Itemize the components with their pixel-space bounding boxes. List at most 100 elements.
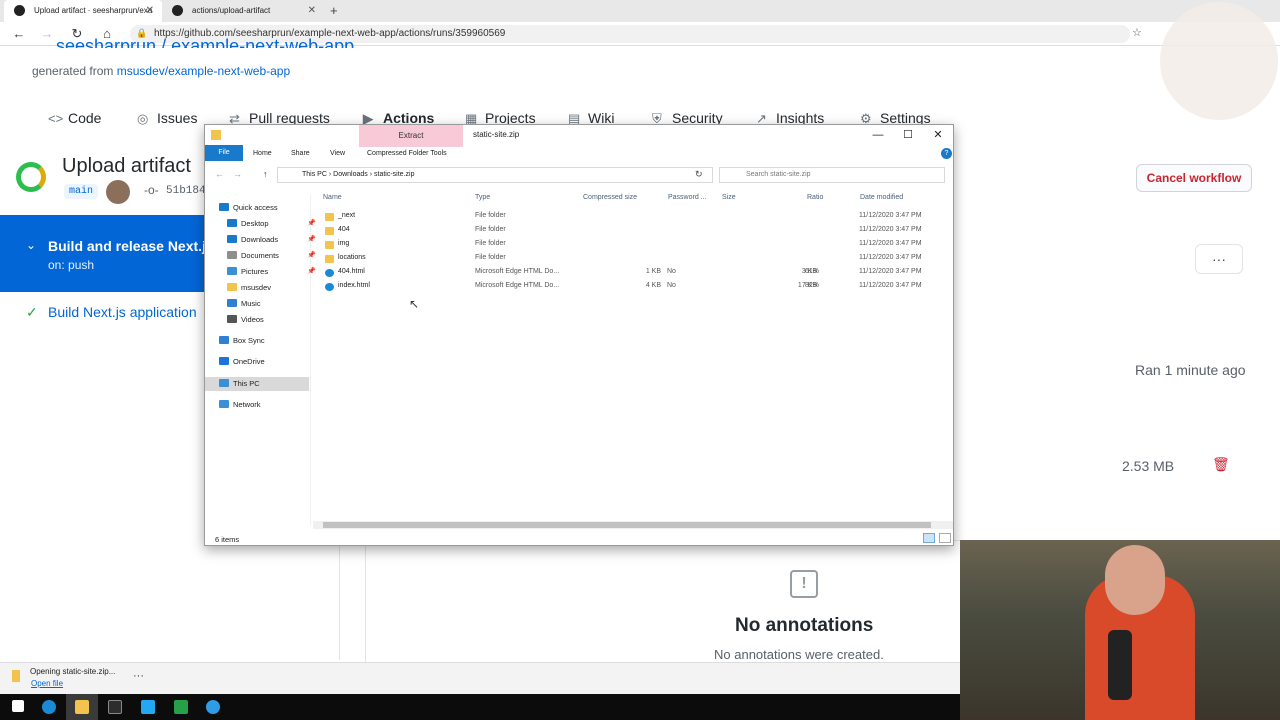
network-icon	[219, 400, 229, 408]
ribbon-tab-file[interactable]: File	[205, 145, 243, 161]
back-icon[interactable]: ←	[215, 169, 224, 179]
nav-item-this-pc[interactable]: This PC	[219, 379, 260, 388]
close-icon[interactable]: ✕	[923, 125, 953, 145]
file-row[interactable]: index.html Microsoft Edge HTML Do... 4 K…	[325, 280, 945, 294]
chevron-down-icon[interactable]: ⌄	[26, 238, 36, 252]
octocat-mascot-image	[1160, 2, 1278, 120]
commit-sha[interactable]: 51b184	[166, 185, 206, 197]
browser-tab-upload-artifact[interactable]: Upload artifact · seesharprun/exa ✕	[4, 0, 162, 22]
edge-taskbar-icon[interactable]	[42, 700, 56, 714]
refresh-icon[interactable]: ↻	[695, 169, 703, 180]
breadcrumb-downloads[interactable]: Downloads	[333, 171, 368, 178]
tiles-view-icon[interactable]	[939, 533, 951, 543]
zip-file-icon	[12, 670, 20, 682]
file-name: index.html	[338, 282, 370, 289]
new-tab-button[interactable]: +	[330, 3, 338, 18]
download-icon	[227, 235, 237, 243]
star-icon	[219, 203, 229, 211]
scrollbar-thumb[interactable]	[323, 522, 931, 528]
column-header-password[interactable]: Password ...	[668, 194, 707, 201]
ribbon-context-tab[interactable]: Extract	[359, 125, 463, 147]
explorer-titlebar	[205, 125, 953, 147]
pin-icon[interactable]: 📌	[307, 251, 316, 259]
file-row[interactable]: _next File folder 11/12/2020 3:47 PM	[325, 210, 945, 224]
computer-icon	[219, 379, 229, 387]
column-header-ratio[interactable]: Ratio	[807, 194, 823, 201]
folder-icon	[325, 241, 334, 249]
nav-item-documents[interactable]: Documents 📌	[227, 251, 316, 260]
vscode-insiders-taskbar-icon[interactable]	[174, 700, 188, 714]
column-header-type[interactable]: Type	[475, 194, 490, 201]
file-name: _next	[338, 212, 356, 219]
nav-item-videos[interactable]: Videos	[227, 315, 264, 324]
file-explorer-window: Extract static-site.zip — ☐ ✕ File Home …	[204, 124, 954, 546]
file-ratio: 82%	[805, 282, 820, 289]
download-more-button[interactable]: ···	[133, 670, 144, 682]
generated-from-label: generated from	[32, 64, 114, 78]
forward-icon[interactable]: →	[233, 169, 242, 179]
file-explorer-taskbar-icon[interactable]	[75, 700, 89, 714]
file-row[interactable]: locations File folder 11/12/2020 3:47 PM	[325, 252, 945, 266]
nav-label: Box Sync	[233, 336, 265, 345]
help-icon[interactable]: ?	[941, 148, 952, 159]
ribbon-tab-view[interactable]: View	[330, 147, 345, 161]
details-view-icon[interactable]	[923, 533, 935, 543]
avatar[interactable]	[106, 180, 130, 204]
pin-icon[interactable]: 📌	[307, 219, 316, 227]
nav-item-pictures[interactable]: Pictures 📌	[227, 267, 316, 276]
close-icon[interactable]: ✕	[308, 0, 316, 22]
pin-icon[interactable]: 📌	[307, 267, 316, 275]
tab-code[interactable]: <> Code	[48, 110, 101, 126]
tab-label: Code	[68, 110, 102, 126]
vscode-taskbar-icon[interactable]	[141, 700, 155, 714]
cancel-workflow-button[interactable]: Cancel workflow	[1136, 164, 1252, 192]
file-type: File folder	[475, 240, 506, 247]
edge-beta-taskbar-icon[interactable]	[206, 700, 220, 714]
box-icon	[219, 336, 229, 344]
open-file-link[interactable]: Open file	[31, 679, 63, 688]
up-arrow-icon[interactable]: ↑	[263, 169, 268, 179]
branch-badge[interactable]: main	[64, 184, 99, 199]
column-header-date-modified[interactable]: Date modified	[860, 194, 903, 201]
ribbon-tab-home[interactable]: Home	[253, 147, 272, 161]
file-row[interactable]: img File folder 11/12/2020 3:47 PM	[325, 238, 945, 252]
breadcrumb-this-pc[interactable]: This PC	[302, 171, 327, 178]
breadcrumb-static-site[interactable]: static-site.zip	[374, 171, 414, 178]
explorer-search-input[interactable]: Search static-site.zip	[719, 167, 945, 183]
nav-item-network[interactable]: Network	[219, 400, 261, 409]
file-row[interactable]: 404.html Microsoft Edge HTML Do... 1 KB …	[325, 266, 945, 280]
terminal-taskbar-icon[interactable]	[108, 700, 122, 714]
browser-tab-upload-artifact-action[interactable]: actions/upload-artifact ✕	[162, 0, 324, 22]
pin-icon[interactable]: 📌	[307, 235, 316, 243]
step-link[interactable]: Build Next.js application	[48, 304, 197, 320]
job-title: Build and release Next.js	[48, 238, 214, 254]
column-header-size[interactable]: Size	[722, 194, 736, 201]
nav-label: Music	[241, 299, 261, 308]
folder-icon	[227, 283, 237, 291]
explorer-address-bar[interactable]: This PC › Downloads › static-site.zip	[277, 167, 713, 183]
ribbon-tab-compressed-folder-tools[interactable]: Compressed Folder Tools	[367, 147, 447, 161]
back-icon[interactable]: ←	[6, 22, 32, 46]
nav-item-music[interactable]: Music	[227, 299, 261, 308]
ribbon-tab-share[interactable]: Share	[291, 147, 310, 161]
minimize-icon[interactable]: —	[863, 125, 893, 145]
template-repo-link[interactable]: msusdev/example-next-web-app	[117, 64, 290, 78]
column-header-name[interactable]: Name	[323, 194, 342, 201]
nav-item-desktop[interactable]: Desktop 📌	[227, 219, 316, 228]
nav-item-downloads[interactable]: Downloads 📌	[227, 235, 316, 244]
nav-item-onedrive[interactable]: OneDrive	[219, 357, 265, 366]
maximize-icon[interactable]: ☐	[893, 125, 923, 145]
file-date: 11/12/2020 3:47 PM	[859, 240, 922, 247]
favorite-star-icon[interactable]: ☆	[1132, 26, 1142, 39]
file-row[interactable]: 404 File folder 11/12/2020 3:47 PM	[325, 224, 945, 238]
column-header-compressed-size[interactable]: Compressed size	[583, 194, 637, 201]
nav-item-msusdev[interactable]: msusdev	[227, 283, 271, 292]
tab-issues[interactable]: ◎ Issues	[137, 110, 197, 127]
more-options-button[interactable]: ···	[1195, 244, 1243, 274]
nav-item-quick-access[interactable]: Quick access	[219, 203, 278, 212]
nav-item-box-sync[interactable]: Box Sync	[219, 336, 265, 345]
windows-start-icon[interactable]	[12, 700, 24, 712]
close-icon[interactable]: ✕	[146, 0, 154, 22]
trash-icon[interactable]: 🗑	[1212, 456, 1230, 472]
repo-title[interactable]: seesharprun / example-next-web-app	[56, 36, 354, 48]
